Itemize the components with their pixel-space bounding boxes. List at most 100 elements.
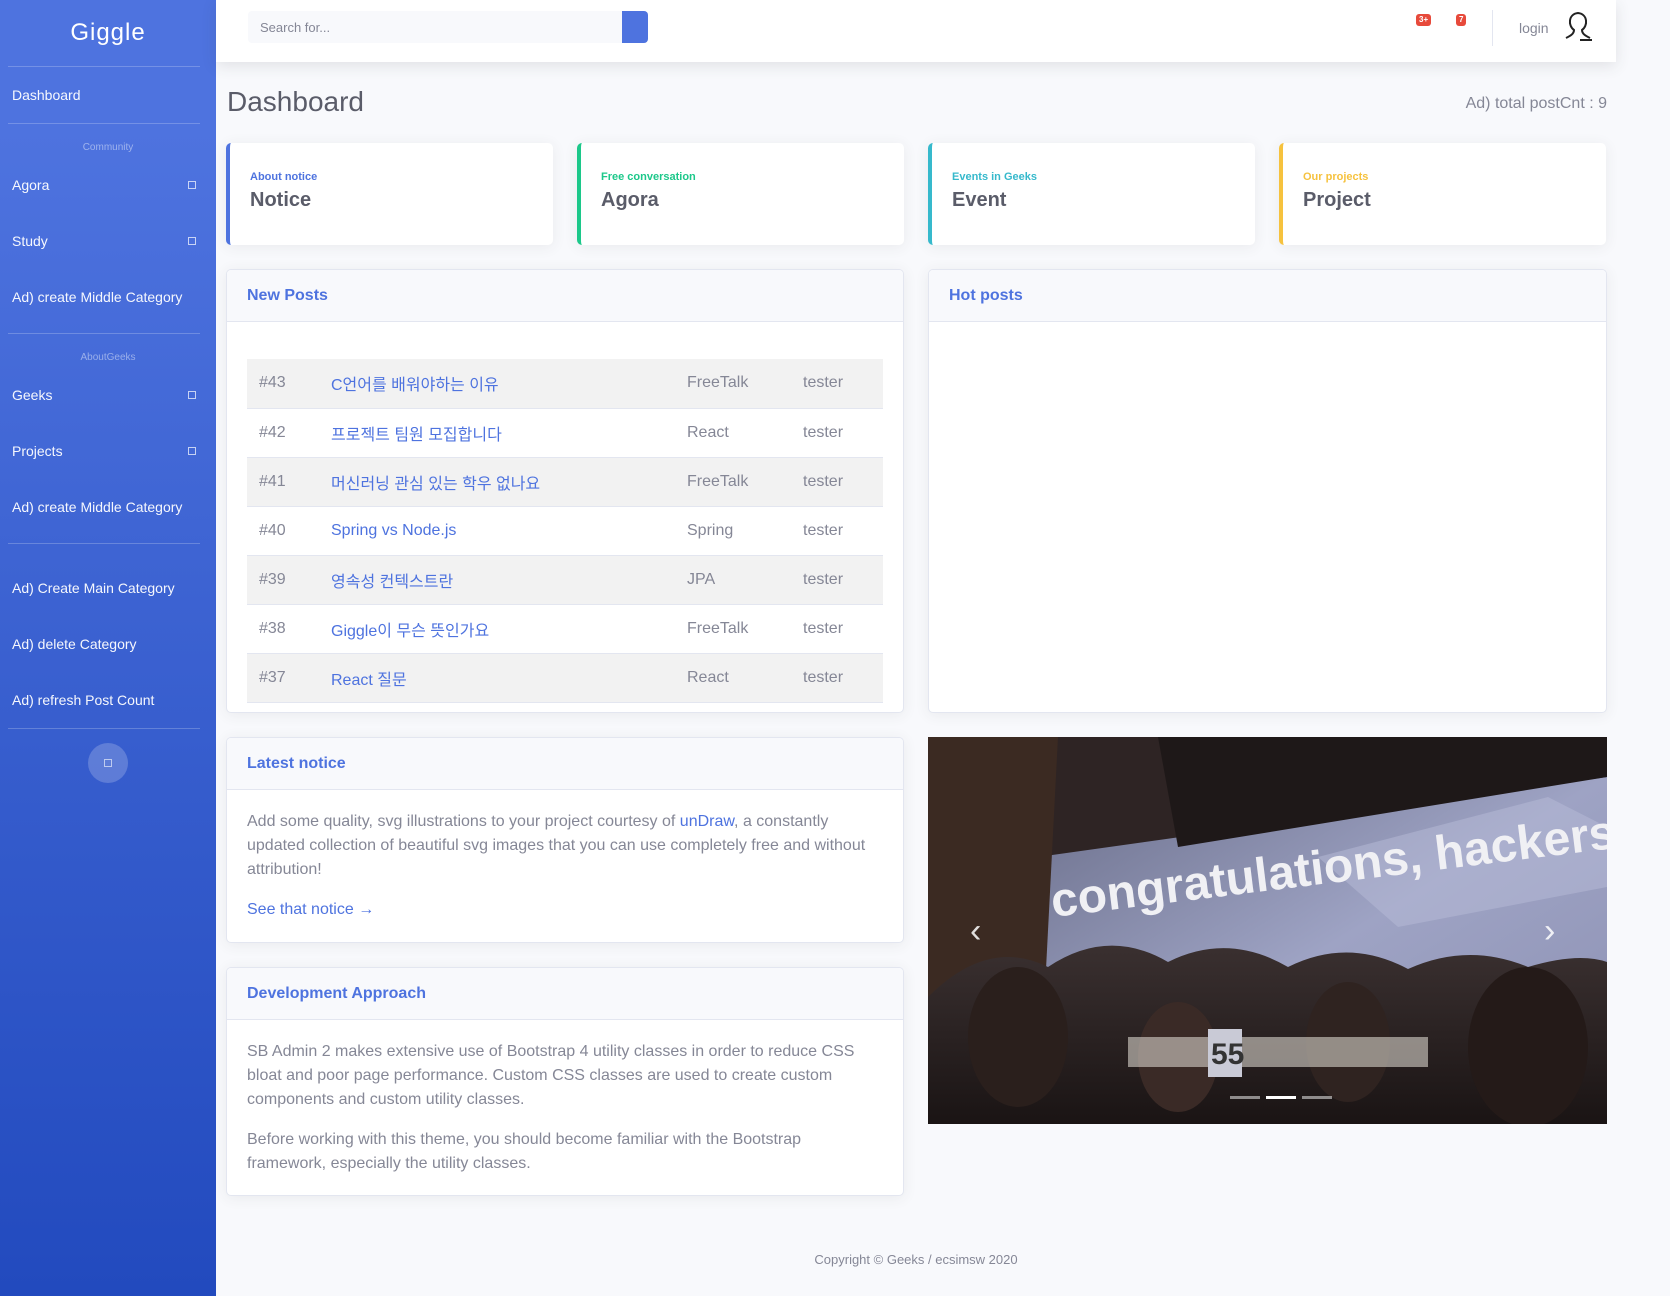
sidebar-toggle-button[interactable] [88, 743, 128, 783]
post-number: #41 [259, 472, 286, 490]
card-title: Development Approach [227, 968, 903, 1020]
latest-notice-card: Latest notice Add some quality, svg illu… [226, 737, 904, 943]
post-category: FreeTalk [687, 374, 749, 392]
post-number: #37 [259, 668, 286, 686]
sidebar-item-create-main-category[interactable]: Ad) Create Main Category [0, 560, 216, 616]
search-bar [248, 11, 648, 43]
table-row[interactable]: #42 프로젝트 팀원 모집합니다 React tester [247, 408, 883, 457]
post-title-link[interactable]: Spring vs Node.js [319, 506, 675, 555]
hot-posts-card: Hot posts [928, 269, 1607, 713]
category-card-project[interactable]: Our projects Project [1279, 143, 1606, 245]
notice-text-part: Add some quality, svg illustrations to y… [247, 813, 680, 830]
post-title-link[interactable]: 머신러닝 관심 있는 학우 없나요 [319, 457, 675, 506]
sidebar-item-label: Agora [12, 177, 50, 193]
sidebar-item-label: Ad) create Middle Category [12, 499, 183, 515]
table-row[interactable]: #40 Spring vs Node.js Spring tester [247, 506, 883, 555]
messages-badge[interactable]: 7 [1456, 14, 1467, 26]
user-avatar-icon[interactable] [1560, 8, 1596, 44]
expand-icon [188, 237, 196, 245]
post-category: Spring [687, 521, 734, 539]
carousel-photo: congratulations, hackers 55 [928, 737, 1607, 1124]
category-title: Agora [601, 189, 659, 211]
post-category: FreeTalk [687, 619, 749, 637]
category-card-event[interactable]: Events in Geeks Event [928, 143, 1255, 245]
image-carousel[interactable]: congratulations, hackers 55 ‹ › [928, 737, 1607, 1124]
expand-icon [188, 181, 196, 189]
sidebar-item-label: Ad) refresh Post Count [12, 692, 155, 708]
post-category: React [687, 423, 729, 441]
see-notice-link[interactable]: See that notice → [247, 901, 374, 918]
sidebar-divider [8, 728, 200, 729]
post-title-link[interactable]: C언어를 배워야하는 이유 [319, 359, 675, 408]
search-button[interactable] [622, 11, 648, 43]
table-number: 55 [1211, 1038, 1244, 1071]
chevron-left-icon[interactable]: ‹ [970, 912, 981, 951]
table-row[interactable]: #38 Giggle이 무슨 뜻인가요 FreeTalk tester [247, 604, 883, 653]
expand-icon [188, 447, 196, 455]
sidebar-item-projects[interactable]: Projects [0, 423, 216, 479]
table-row[interactable]: #39 영속성 컨텍스트란 JPA tester [247, 555, 883, 604]
sidebar-item-create-middle-category[interactable]: Ad) create Middle Category [0, 269, 216, 325]
sidebar-heading-aboutgeeks: AboutGeeks [80, 352, 136, 363]
sidebar-item-label: Ad) create Middle Category [12, 289, 183, 305]
post-title-link[interactable]: React 질문 [319, 653, 675, 702]
topbar-divider [1492, 10, 1493, 46]
sidebar-item-label: Ad) Create Main Category [12, 580, 175, 596]
table-row[interactable]: #43 C언어를 배워야하는 이유 FreeTalk tester [247, 359, 883, 408]
category-subtitle: Our projects [1303, 171, 1369, 183]
category-title: Event [952, 189, 1007, 211]
card-title: New Posts [227, 270, 903, 322]
sidebar-item-create-middle-category[interactable]: Ad) create Middle Category [0, 479, 216, 535]
table-row[interactable]: #37 React 질문 React tester [247, 653, 883, 702]
undraw-link[interactable]: unDraw [680, 813, 734, 830]
post-title-link[interactable]: 영속성 컨텍스트란 [319, 555, 675, 604]
category-card-agora[interactable]: Free conversation Agora [577, 143, 904, 245]
category-title: Notice [250, 189, 312, 211]
sidebar-divider [8, 543, 200, 544]
post-category: FreeTalk [687, 472, 749, 490]
post-author: tester [803, 374, 844, 392]
post-author: tester [803, 570, 844, 588]
post-author: tester [803, 668, 844, 686]
post-title-link[interactable]: Giggle이 무슨 뜻인가요 [319, 604, 675, 653]
post-author: tester [803, 472, 844, 490]
category-subtitle: Free conversation [601, 171, 696, 183]
post-author: tester [803, 619, 844, 637]
post-category: JPA [687, 570, 716, 588]
sidebar-item-dashboard[interactable]: Dashboard [0, 67, 216, 123]
sidebar-item-study[interactable]: Study [0, 213, 216, 269]
sidebar-item-delete-category[interactable]: Ad) delete Category [0, 616, 216, 672]
chevron-right-icon[interactable]: › [1544, 912, 1555, 951]
total-post-count: Ad) total postCnt : 9 [1465, 95, 1607, 112]
post-number: #40 [259, 521, 286, 539]
sidebar-item-geeks[interactable]: Geeks [0, 367, 216, 423]
new-posts-card: New Posts #43 C언어를 배워야하는 이유 FreeTalk tester… [226, 269, 904, 713]
table-row[interactable]: #41 머신러닝 관심 있는 학우 없나요 FreeTalk tester [247, 457, 883, 506]
category-subtitle: Events in Geeks [952, 171, 1037, 183]
carousel-indicator[interactable] [1266, 1096, 1296, 1099]
search-input[interactable] [248, 11, 622, 43]
carousel-indicator[interactable] [1230, 1096, 1260, 1099]
alerts-badge[interactable]: 3+ [1416, 14, 1432, 26]
card-body: Add some quality, svg illustrations to y… [227, 790, 903, 922]
category-title: Project [1303, 189, 1371, 211]
post-number: #42 [259, 423, 286, 441]
sidebar-item-refresh-post-count[interactable]: Ad) refresh Post Count [0, 672, 216, 728]
login-link[interactable]: login [1519, 20, 1549, 36]
post-title-link[interactable]: 프로젝트 팀원 모집합니다 [319, 408, 675, 457]
post-number: #43 [259, 374, 286, 392]
sidebar-item-label: Study [12, 233, 48, 249]
sidebar-item-agora[interactable]: Agora [0, 157, 216, 213]
carousel-indicator[interactable] [1302, 1096, 1332, 1099]
post-author: tester [803, 423, 844, 441]
sidebar-heading-community: Community [82, 142, 134, 153]
card-body: SB Admin 2 makes extensive use of Bootst… [227, 1020, 903, 1176]
toggle-icon [104, 759, 112, 767]
brand-logo[interactable]: Giggle [0, 0, 216, 66]
category-card-notice[interactable]: About notice Notice [226, 143, 553, 245]
footer-copyright: Copyright © Geeks / ecsimsw 2020 [814, 1252, 1018, 1267]
paragraph: SB Admin 2 makes extensive use of Bootst… [247, 1043, 855, 1108]
sidebar: Giggle Dashboard Community Agora Study A… [0, 0, 216, 1296]
page-title: Dashboard [227, 86, 364, 117]
sidebar-item-label: Projects [12, 443, 63, 459]
